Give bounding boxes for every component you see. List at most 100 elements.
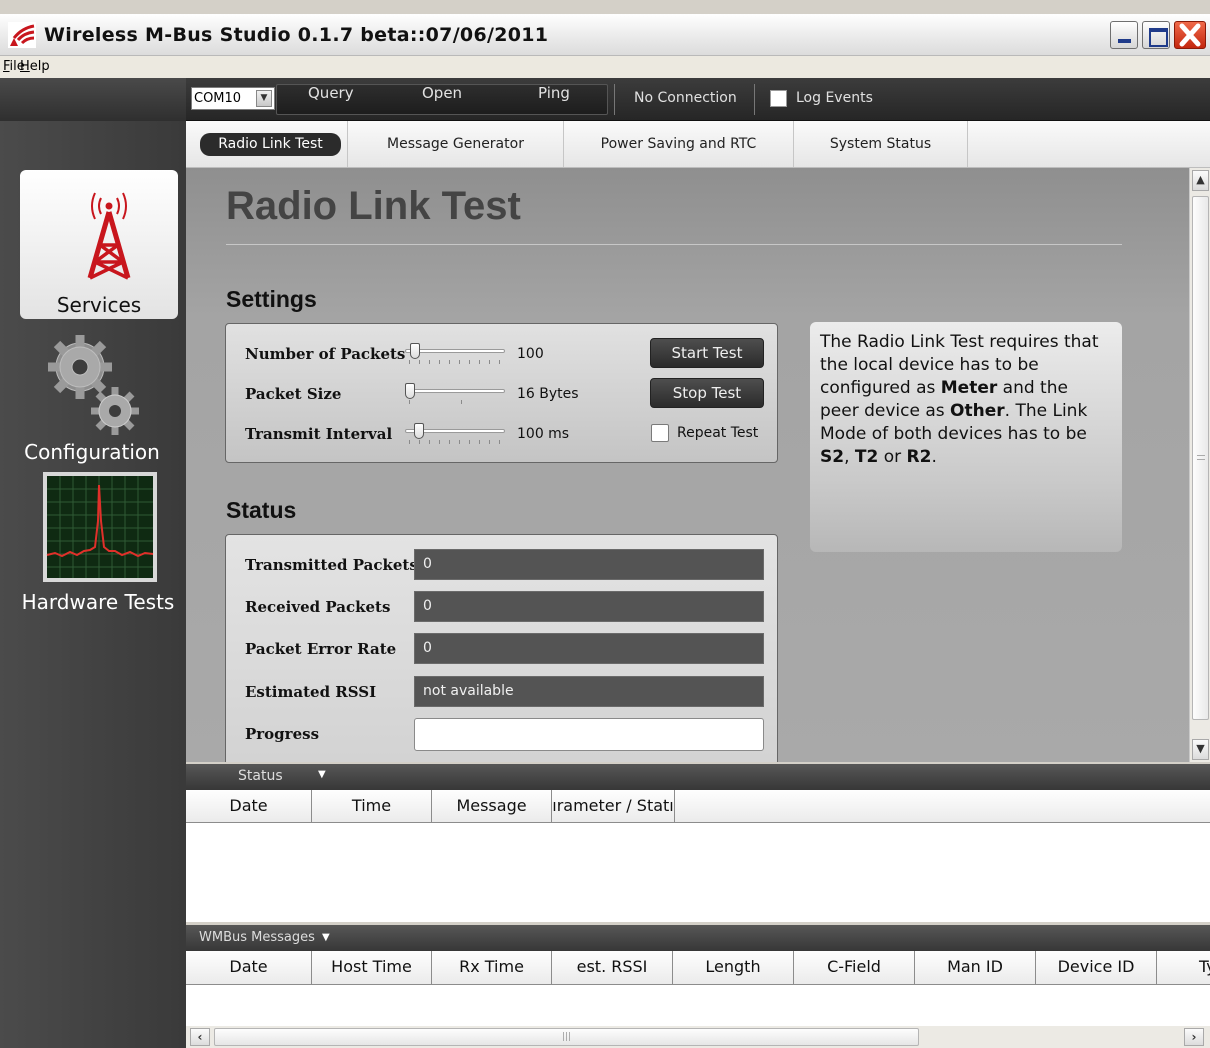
- column-header-host-time[interactable]: Host Time: [312, 951, 432, 985]
- received-value: 0: [414, 591, 764, 622]
- progress-label: Progress: [245, 725, 320, 743]
- connection-status: No Connection: [634, 90, 737, 106]
- scroll-up-icon[interactable]: ▲: [1192, 170, 1209, 191]
- column-header-parameter-status[interactable]: ırameter / Statı: [552, 790, 675, 823]
- settings-panel: Number of Packets 100 Start Test Packet …: [225, 323, 778, 463]
- column-header-type[interactable]: Ty: [1157, 951, 1210, 985]
- packet-size-label: Packet Size: [245, 385, 342, 403]
- vertical-scrollbar[interactable]: ▲ ▼: [1189, 168, 1210, 762]
- com-port-value: COM10: [194, 91, 242, 106]
- packets-slider[interactable]: [405, 343, 507, 365]
- rssi-label: Estimated RSSI: [245, 683, 377, 701]
- stop-test-button[interactable]: Stop Test: [650, 378, 764, 408]
- slider-thumb[interactable]: [405, 383, 415, 399]
- column-header-filler: [675, 790, 1210, 823]
- slider-tick: [461, 400, 462, 404]
- info-box: The Radio Link Test requires that the lo…: [810, 322, 1122, 552]
- error-rate-label: Packet Error Rate: [245, 640, 397, 658]
- log-events-label: Log Events: [796, 90, 873, 106]
- scroll-left-icon[interactable]: ‹: [190, 1028, 210, 1046]
- column-header-date[interactable]: Date: [186, 790, 312, 823]
- interval-value: 100 ms: [517, 426, 570, 442]
- column-header-c-field[interactable]: C-Field: [794, 951, 915, 985]
- log-events-checkbox[interactable]: [770, 90, 787, 107]
- scroll-thumb[interactable]: |||: [214, 1028, 919, 1046]
- app-window: Wireless M-Bus Studio 0.1.7 beta::07/06/…: [0, 0, 1210, 1048]
- radio-tower-icon: [87, 192, 131, 280]
- sidebar-item-hardware-tests[interactable]: Hardware Tests: [10, 471, 186, 616]
- info-s2: S2: [820, 447, 845, 467]
- scroll-right-icon[interactable]: ›: [1184, 1028, 1204, 1046]
- column-header-length[interactable]: Length: [673, 951, 794, 985]
- wmbus-log-title: WMBus Messages: [199, 930, 315, 945]
- sidebar-item-label: Configuration: [24, 440, 160, 464]
- close-icon: [1179, 23, 1201, 47]
- title-bar[interactable]: Wireless M-Bus Studio 0.1.7 beta::07/06/…: [0, 14, 1210, 56]
- sidebar-item-services[interactable]: Services: [20, 170, 178, 319]
- close-button[interactable]: [1174, 21, 1206, 49]
- column-header-date[interactable]: Date: [186, 951, 312, 985]
- info-r2: R2: [906, 447, 932, 467]
- transmitted-value: 0: [414, 549, 764, 580]
- slider-thumb[interactable]: [409, 343, 420, 359]
- column-header-message[interactable]: Message: [432, 790, 552, 823]
- chevron-down-icon[interactable]: ▼: [256, 90, 272, 107]
- wmbus-log-header: WMBus Messages ▼: [186, 925, 1210, 951]
- slider-track: [405, 349, 505, 353]
- column-header-man-id[interactable]: Man ID: [915, 951, 1036, 985]
- column-header-device-id[interactable]: Device ID: [1036, 951, 1157, 985]
- window-title: Wireless M-Bus Studio 0.1.7 beta::07/06/…: [44, 24, 549, 46]
- info-meter: Meter: [940, 378, 998, 398]
- grip-icon: [1197, 455, 1205, 460]
- info-other: Other: [950, 401, 1005, 421]
- main-content: Radio Link Test Settings Number of Packe…: [186, 168, 1189, 762]
- interval-slider[interactable]: [405, 423, 507, 445]
- page-title: Radio Link Test: [226, 184, 521, 228]
- chevron-down-icon[interactable]: ▼: [318, 769, 326, 780]
- open-button[interactable]: Open: [422, 84, 462, 102]
- column-header-time[interactable]: Time: [312, 790, 432, 823]
- tab-power-saving[interactable]: Power Saving and RTC: [564, 121, 794, 167]
- tab-system-status[interactable]: System Status: [794, 121, 968, 167]
- sidebar-item-label: Hardware Tests: [21, 590, 175, 614]
- error-rate-value: 0: [414, 633, 764, 664]
- slider-thumb[interactable]: [414, 423, 424, 439]
- ping-button[interactable]: Ping: [538, 84, 570, 102]
- repeat-test-label: Repeat Test: [677, 425, 759, 441]
- info-text: .: [931, 447, 937, 467]
- app-logo-icon: [8, 22, 36, 48]
- packets-value: 100: [517, 346, 544, 362]
- tab-radio-link-test[interactable]: Radio Link Test: [200, 133, 341, 156]
- com-port-select[interactable]: COM10 ▼: [191, 87, 275, 110]
- divider: [226, 244, 1122, 245]
- column-header-rx-time[interactable]: Rx Time: [432, 951, 552, 985]
- menu-bar: File Help: [0, 56, 1210, 78]
- tab-bar: Radio Link Test Message Generator Power …: [186, 121, 1210, 168]
- interval-label: Transmit Interval: [245, 425, 393, 443]
- info-t2: T2: [854, 447, 879, 467]
- received-label: Received Packets: [245, 598, 391, 616]
- status-panel: Transmitted Packets 0 Received Packets 0…: [225, 534, 778, 762]
- sidebar: Services Configuration Hardware Tests: [0, 121, 186, 1048]
- scroll-down-icon[interactable]: ▼: [1192, 739, 1209, 760]
- repeat-test-checkbox[interactable]: [651, 424, 669, 442]
- start-test-button[interactable]: Start Test: [650, 338, 764, 368]
- scroll-thumb[interactable]: [1192, 196, 1209, 720]
- slider-tick: [409, 400, 410, 404]
- tab-message-generator[interactable]: Message Generator: [348, 121, 564, 167]
- sidebar-item-configuration[interactable]: Configuration: [18, 333, 180, 473]
- menu-help[interactable]: Help: [20, 59, 50, 74]
- chevron-down-icon[interactable]: ▼: [322, 932, 330, 943]
- status-heading: Status: [226, 497, 297, 523]
- gears-icon: [48, 335, 139, 435]
- query-button[interactable]: Query: [308, 84, 354, 102]
- toolbar-spacer: [0, 78, 186, 121]
- info-text: ,: [844, 447, 855, 467]
- minimize-button[interactable]: [1110, 21, 1138, 49]
- horizontal-scrollbar[interactable]: ‹ ||| ›: [186, 1026, 1210, 1048]
- column-header-rssi[interactable]: est. RSSI: [552, 951, 673, 985]
- maximize-button[interactable]: [1142, 21, 1170, 49]
- status-log-title: Status: [238, 768, 283, 784]
- transmitted-label: Transmitted Packets: [245, 556, 418, 574]
- packet-size-slider[interactable]: [405, 383, 507, 405]
